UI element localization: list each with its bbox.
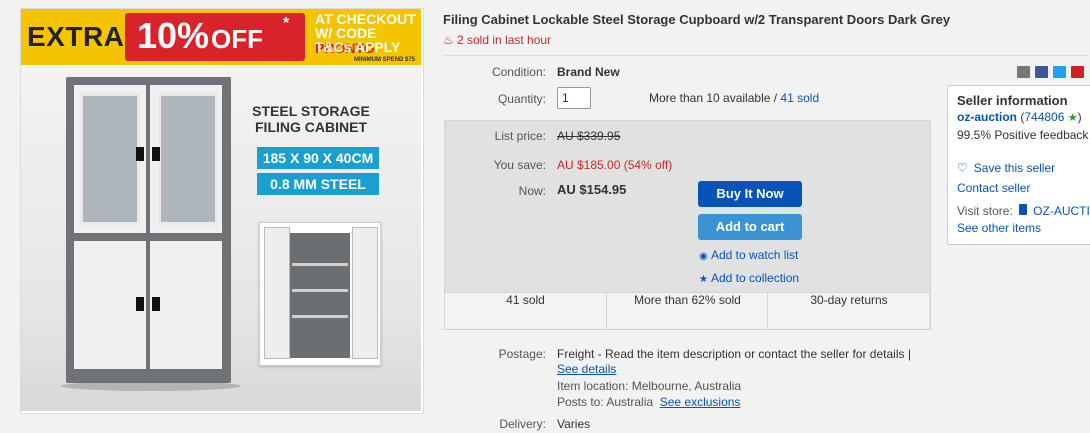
see-other-items-link[interactable]: See other items <box>957 221 1041 235</box>
cabinet-open-thumbnail <box>259 222 381 366</box>
list-price-label: List price: <box>494 129 546 143</box>
posts-to-text: Posts to: Australia <box>557 395 654 409</box>
product-title: Filing Cabinet Lockable Steel Storage Cu… <box>443 12 951 27</box>
see-exclusions-link[interactable]: See exclusions <box>660 395 741 409</box>
cabinet-open-door-left <box>264 227 290 359</box>
add-to-collection[interactable]: ★ Add to collection <box>699 271 799 285</box>
stat-percent-sold: More than 62% sold <box>606 293 768 329</box>
banner-asterisk: * <box>283 15 290 32</box>
seller-id: oz-auction (744806 ★) <box>957 110 1082 124</box>
banner-percent: 10% <box>137 15 210 56</box>
sold-count-link[interactable]: 41 sold <box>780 91 819 105</box>
feedback-star-icon: ★ <box>1067 112 1078 124</box>
sold-last-hour-text: 2 sold in last hour <box>457 33 552 47</box>
delivery-value: Varies <box>557 417 591 431</box>
save-seller-link[interactable]: Save this seller <box>974 161 1055 175</box>
stats-bar: 41 sold More than 62% sold 30-day return… <box>445 292 929 329</box>
cabinet-shelf <box>292 315 348 318</box>
product-photo[interactable]: STEEL STORAGE FILING CABINET 185 X 90 X … <box>21 65 421 411</box>
quantity-label: Quantity: <box>497 92 546 106</box>
seller-score-link[interactable]: 744806 <box>1024 110 1064 124</box>
posts-to: Posts to: Australia See exclusions <box>557 395 740 409</box>
postage-text: Freight - Read the item description or c… <box>557 347 911 361</box>
promo-banner: EXTRA 10% OFF * AT CHECKOUT W/ CODE PRON… <box>21 9 421 65</box>
stat-returns: 30-day returns <box>767 293 930 329</box>
seller-score-close: ) <box>1077 110 1082 124</box>
sold-last-hour: ♨ 2 sold in last hour <box>443 33 551 47</box>
banner-line-3: T&Cs APPLY <box>315 39 401 55</box>
add-to-collection-link[interactable]: Add to collection <box>711 271 799 285</box>
add-to-watch-list-link[interactable]: Add to watch list <box>711 248 798 262</box>
contact-seller-link[interactable]: Contact seller <box>957 181 1030 195</box>
image-title-line-1: STEEL STORAGE <box>252 103 370 119</box>
condition-value: Brand New <box>557 65 620 79</box>
postage-label: Postage: <box>498 347 546 361</box>
save-seller[interactable]: ♡ Save this seller <box>957 161 1055 175</box>
cabinet-handle <box>152 297 160 311</box>
cabinet-door-bottom-right <box>150 241 222 369</box>
store-name-link[interactable]: OZ-AUCTION <box>1033 204 1090 218</box>
banner-min-spend: MINIMUM SPEND $75 <box>353 57 415 63</box>
item-location: Item location: Melbourne, Australia <box>557 379 742 393</box>
email-share-icon[interactable] <box>1017 66 1030 78</box>
cabinet-shelf <box>292 263 348 266</box>
cabinet-glass-right <box>158 93 218 225</box>
star-icon: ★ <box>699 274 708 285</box>
image-title-line-2: FILING CABINET <box>255 119 367 135</box>
you-save-value: AU $185.00 (54% off) <box>557 158 673 172</box>
now-price-value: AU $154.95 <box>557 182 627 197</box>
cabinet-glass-left <box>80 93 140 225</box>
cabinet-open-door-right <box>352 227 378 359</box>
store-icon <box>1019 204 1028 215</box>
seller-name-link[interactable]: oz-auction <box>957 110 1017 124</box>
cabinet-interior <box>290 233 350 358</box>
flame-icon: ♨ <box>443 33 454 47</box>
heart-icon: ♡ <box>957 161 968 175</box>
visit-store: Visit store: OZ-AUCTION <box>957 204 1090 218</box>
see-details-link[interactable]: See details <box>557 362 616 376</box>
title-divider <box>443 55 1088 56</box>
buy-it-now-button[interactable]: Buy It Now <box>698 181 802 207</box>
eye-icon: ◉ <box>699 251 708 262</box>
availability-text: More than 10 available / <box>649 91 781 105</box>
visit-store-label: Visit store: <box>957 204 1013 218</box>
availability: More than 10 available / 41 sold <box>649 91 819 105</box>
facebook-share-icon[interactable] <box>1035 66 1048 78</box>
cabinet-handle <box>136 297 144 311</box>
list-price-value: AU $339.95 <box>557 129 621 143</box>
seller-info-heading: Seller information <box>957 93 1068 108</box>
image-title: STEEL STORAGE FILING CABINET <box>246 103 376 135</box>
image-spec-dimensions: 185 X 90 X 40CM <box>257 147 379 169</box>
banner-extra: EXTRA <box>27 21 125 52</box>
add-to-cart-button[interactable]: Add to cart <box>698 214 802 240</box>
twitter-share-icon[interactable] <box>1053 66 1066 78</box>
cabinet-shelf <box>292 289 348 292</box>
delivery-label: Delivery: <box>499 417 546 431</box>
seller-feedback: 99.5% Positive feedback <box>957 128 1089 142</box>
you-save-label: You save: <box>493 158 546 172</box>
condition-label: Condition: <box>491 65 546 79</box>
cabinet-illustration <box>66 77 231 383</box>
image-spec-steel: 0.8 MM STEEL <box>257 173 379 195</box>
quantity-input[interactable]: 1 <box>557 87 591 109</box>
stat-sold[interactable]: 41 sold <box>445 293 606 329</box>
banner-off: OFF <box>211 24 263 54</box>
cabinet-handle <box>152 147 160 161</box>
add-to-watch-list[interactable]: ◉ Add to watch list <box>699 248 798 262</box>
now-price-label: Now: <box>518 184 546 198</box>
pinterest-share-icon[interactable] <box>1071 66 1084 78</box>
cabinet-handle <box>136 147 144 161</box>
